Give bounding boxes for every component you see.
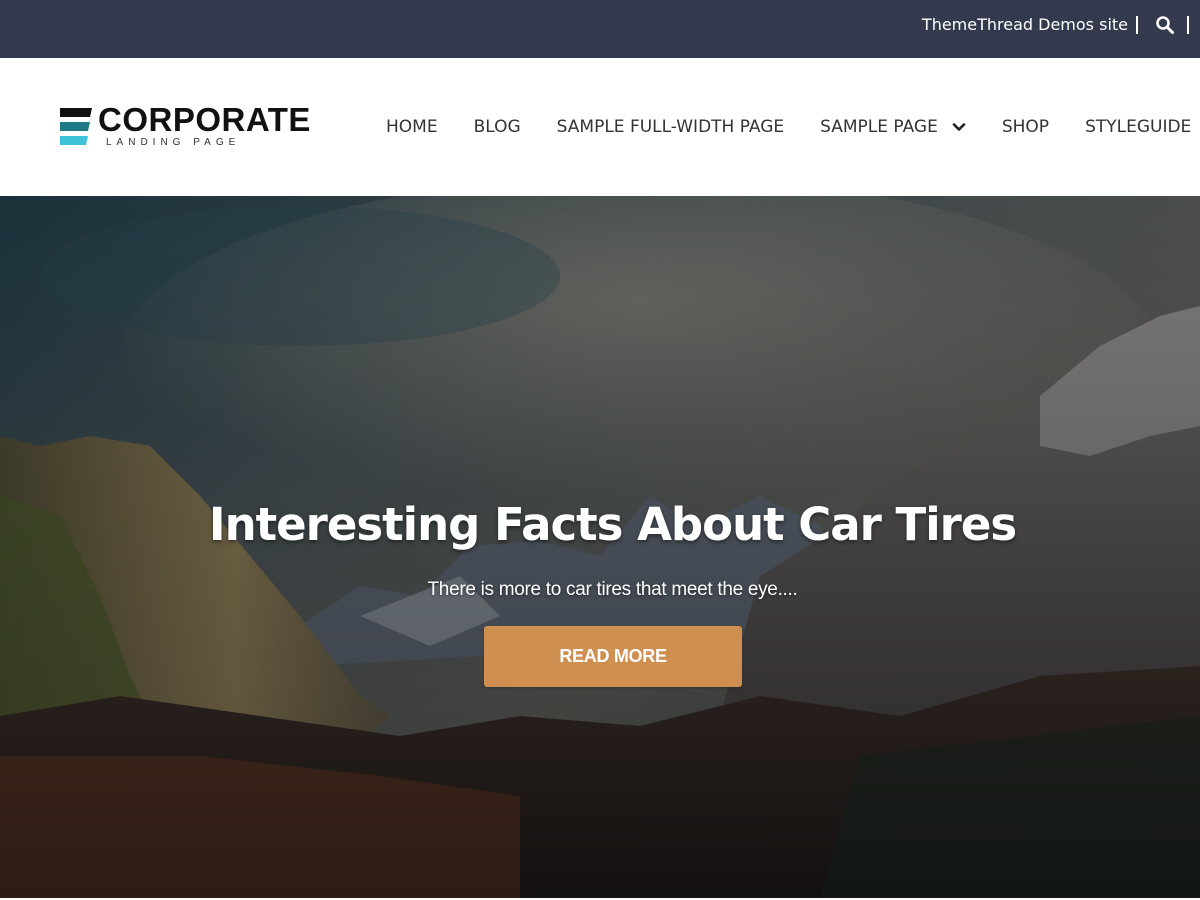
nav-item-home[interactable]: HOME	[386, 117, 438, 137]
nav-item-label: SAMPLE FULL-WIDTH PAGE	[556, 117, 785, 137]
logo-mark-icon	[60, 108, 92, 145]
nav-item-blog[interactable]: BLOG	[474, 117, 521, 137]
nav-item-label: HOME	[386, 117, 438, 137]
site-logo[interactable]: CORPORATE LANDING PAGE	[60, 102, 320, 152]
logo-title: CORPORATE	[98, 101, 311, 138]
topbar-divider	[1187, 16, 1189, 34]
demos-site-link[interactable]: ThemeThread Demos site	[922, 0, 1128, 50]
chevron-down-icon[interactable]	[952, 120, 966, 134]
nav-item-label: SHOP	[1001, 117, 1050, 137]
nav-item-label: SAMPLE PAGE	[820, 117, 938, 137]
nav-item-sample-page[interactable]: SAMPLE PAGE	[820, 117, 966, 137]
nav-item-sample-full-width-page[interactable]: SAMPLE FULL-WIDTH PAGE	[557, 117, 784, 137]
top-bar: ThemeThread Demos site	[0, 0, 1200, 58]
hero-title: Interesting Facts About Car Tires	[208, 498, 1017, 552]
logo-subtitle: LANDING PAGE	[106, 137, 241, 148]
topbar-divider	[1136, 16, 1138, 34]
read-more-button[interactable]: READ MORE	[484, 626, 742, 687]
nav-item-label: STYLEGUIDE	[1085, 117, 1192, 137]
main-nav: HOME BLOG SAMPLE FULL-WIDTH PAGE SAMPLE …	[386, 58, 1191, 196]
nav-item-label: BLOG	[473, 117, 521, 137]
search-icon[interactable]	[1155, 15, 1175, 35]
site-header: CORPORATE LANDING PAGE HOME BLOG SAMPLE …	[0, 58, 1200, 196]
nav-item-shop[interactable]: SHOP	[1002, 117, 1049, 137]
nav-item-styleguide[interactable]: STYLEGUIDE	[1085, 117, 1191, 137]
hero-subtitle: There is more to car tires that meet the…	[427, 579, 798, 600]
hero-banner: Interesting Facts About Car Tires There …	[0, 196, 1200, 898]
